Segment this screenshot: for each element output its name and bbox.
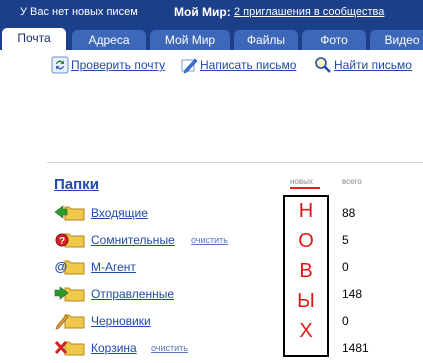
folder-total: 5 (342, 233, 349, 247)
folder-name[interactable]: Сомнительные (91, 233, 175, 247)
tab-files[interactable]: Файлы (234, 30, 298, 50)
tab-photo[interactable]: Фото (302, 30, 366, 50)
folders-title[interactable]: Папки (54, 176, 99, 193)
highlight-underline (290, 187, 320, 189)
folder-total: 148 (342, 287, 363, 301)
folder-total: 88 (342, 206, 356, 220)
folder-name[interactable]: Отправленные (91, 287, 174, 301)
svg-text:@: @ (55, 259, 68, 274)
folder-total: 0 (342, 260, 349, 274)
folder-name[interactable]: М-Агент (91, 260, 136, 274)
tab-mail[interactable]: Почта (2, 28, 66, 50)
annotation-letter: О (298, 230, 314, 252)
mail-page: У Вас нет новых писем Мой Мир: 2 приглаш… (0, 0, 423, 363)
folder-name[interactable]: Входящие (91, 206, 148, 220)
folder-name[interactable]: Черновики (91, 314, 151, 328)
new-column-annotation: Н О В Ы Х (283, 195, 329, 357)
folder-row-agent: @ М-Агент 0 (54, 256, 423, 278)
folder-total: 1481 (342, 341, 369, 355)
tab-my-world[interactable]: Мой Мир (150, 30, 230, 50)
folder-name[interactable]: Корзина (91, 341, 137, 355)
clear-spam-link[interactable]: очистить (191, 235, 228, 245)
check-mail-label: Проверить почту (71, 58, 166, 72)
annotation-letter: Ы (297, 290, 315, 312)
invites-link[interactable]: 2 приглашения в сообщества (234, 6, 384, 18)
find-letter-label: Найти письмо (334, 58, 412, 72)
find-letter-button[interactable]: Найти письмо (314, 57, 423, 76)
tab-video[interactable]: Видео (370, 30, 423, 50)
no-new-messages-text: У Вас нет новых писем (20, 6, 138, 18)
tab-addresses[interactable]: Адреса (72, 30, 146, 50)
annotation-letter: В (299, 260, 313, 282)
divider (47, 162, 423, 163)
folder-row-drafts: Черновики 0 (54, 310, 423, 332)
svg-text:?: ? (59, 236, 65, 247)
pen-icon (181, 58, 198, 74)
annotation-letter: Н (298, 200, 314, 222)
folder-row-spam: ? Сомнительные очистить 5 (54, 229, 423, 251)
folder-row-sent: Отправленные 148 (54, 283, 423, 305)
write-letter-button[interactable]: Написать письмо (180, 58, 305, 76)
inbox-folder-icon (54, 205, 85, 221)
refresh-icon (51, 56, 69, 74)
trash-folder-icon (54, 340, 85, 356)
drafts-folder-icon (55, 314, 85, 330)
column-new-header: новых (290, 177, 313, 186)
tabs-bar: Почта Адреса Мой Мир Файлы Фото Видео (0, 24, 423, 50)
moi-mir-label: Мой Мир: (174, 5, 231, 19)
folder-row-inbox: Входящие 88 (54, 202, 423, 224)
folder-row-trash: Корзина очистить 1481 (54, 337, 423, 359)
annotation-letter: Х (299, 320, 313, 342)
spam-folder-icon: ? (55, 233, 85, 248)
agent-folder-icon: @ (55, 259, 85, 275)
search-icon (315, 57, 331, 73)
column-total-header: всего (342, 177, 362, 186)
folder-total: 0 (342, 314, 349, 328)
top-bar: У Вас нет новых писем Мой Мир: 2 приглаш… (0, 0, 423, 24)
check-mail-button[interactable]: Проверить почту (51, 56, 176, 76)
sent-folder-icon (54, 286, 85, 302)
mail-toolbar: Проверить почту Написать письмо Найти пи… (0, 50, 423, 82)
write-letter-label: Написать письмо (200, 58, 297, 72)
clear-trash-link[interactable]: очистить (151, 343, 188, 353)
